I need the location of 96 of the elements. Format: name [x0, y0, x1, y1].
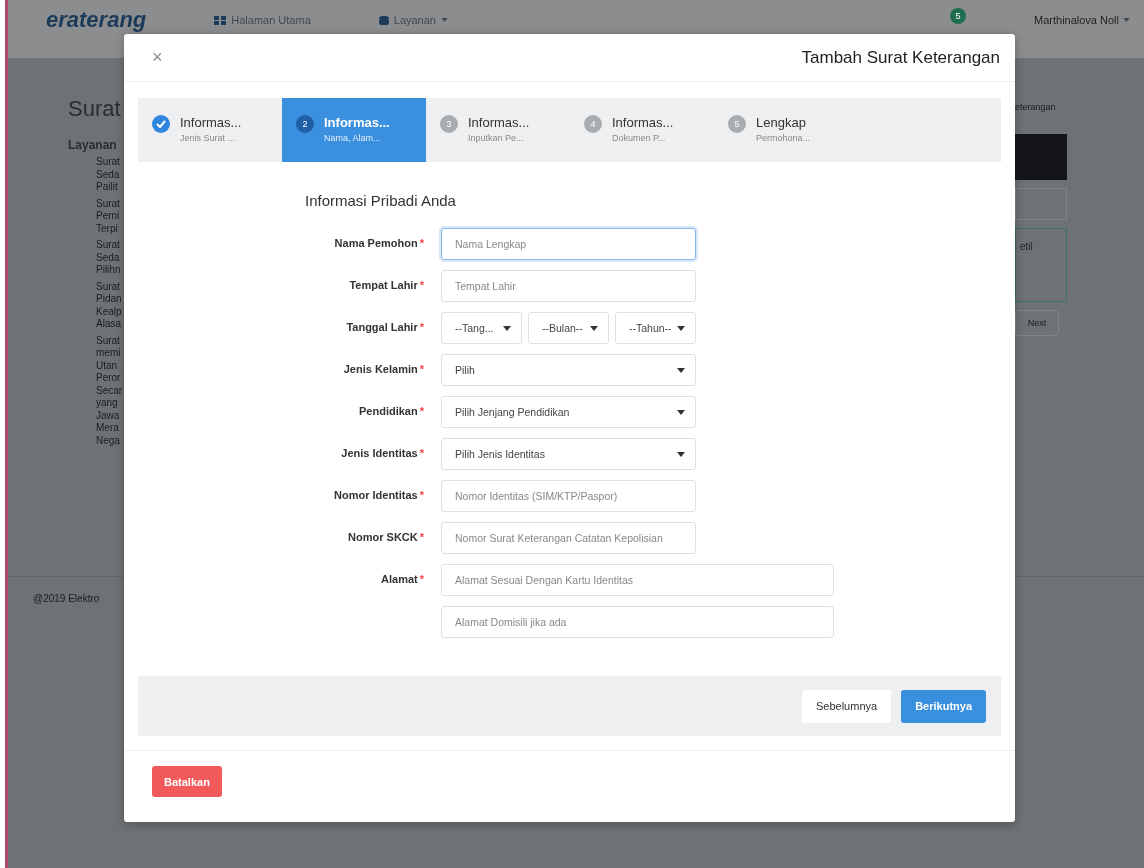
required-mark: *: [419, 573, 424, 585]
step-number: 4: [584, 115, 602, 133]
modal-title: Tambah Surat Keterangan: [801, 47, 1000, 68]
sidebar-text: Surat: [95, 280, 121, 293]
sidebar-text: Surat: [95, 156, 121, 169]
sidebar-text: yang: [95, 397, 119, 410]
select-field[interactable]: Pilih Jenis Identitas: [441, 438, 696, 470]
step-title: Informas...: [324, 115, 390, 130]
logo[interactable]: eraterang: [46, 8, 147, 32]
step-number: 2: [296, 115, 314, 133]
sidebar-text: Seda: [95, 251, 121, 264]
caret-icon: [1123, 18, 1130, 22]
caret-icon: [590, 325, 598, 331]
step-number: 5: [728, 115, 746, 133]
label-text: Jenis Kelamin: [343, 363, 418, 375]
required-mark: *: [419, 531, 424, 543]
required-mark: *: [419, 489, 424, 501]
user-menu[interactable]: Marthinalova Noll: [1034, 14, 1130, 26]
text-input[interactable]: Alamat Domisili jika ada: [441, 606, 834, 638]
sidebar-text: Secar: [95, 384, 124, 397]
text-input[interactable]: Nomor Surat Keterangan Catatan Kepolisian: [441, 522, 696, 554]
select-field[interactable]: Pilih: [441, 354, 696, 386]
label-text: Pendidikan: [359, 405, 418, 417]
sidebar-text: Surat: [95, 239, 121, 252]
label-text: Tempat Lahir: [349, 279, 418, 291]
sidebar-text: Alasa: [95, 318, 122, 331]
footer-text: @2019 Elektro: [33, 593, 100, 604]
step-tab[interactable]: Informas... Jenis Surat ...: [138, 98, 282, 162]
step-tab[interactable]: 5 Lengkap Permohona...: [714, 98, 858, 162]
select-field[interactable]: --Tahun--: [615, 312, 696, 344]
step-subtitle: Permohona...: [756, 133, 811, 143]
caret-icon: [441, 18, 448, 22]
sidebar-text: Pilihn: [95, 264, 122, 277]
sidebar-text: Utan: [95, 359, 119, 372]
database-icon: [378, 15, 389, 25]
required-mark: *: [419, 279, 424, 291]
sidebar-text: Pidan: [95, 293, 123, 306]
sidebar-text: Jawa: [95, 409, 121, 422]
sidebar-text: Terpi: [95, 222, 119, 235]
text-input[interactable]: Nomor Identitas (SIM/KTP/Paspor): [441, 480, 696, 512]
label-text: Tanggal Lahir: [346, 321, 418, 333]
step-title: Informas...: [612, 115, 674, 130]
label-text: Nomor SKCK: [348, 531, 418, 543]
check-icon: [152, 115, 170, 133]
step-subtitle: Jenis Surat ...: [180, 133, 237, 143]
step-tab[interactable]: 4 Informas... Dokumen P...: [570, 98, 714, 162]
step-title: Informas...: [180, 115, 242, 130]
text-input[interactable]: Tempat Lahir: [441, 270, 696, 302]
sidebar-text: memi: [95, 347, 122, 360]
step-number: 3: [440, 115, 458, 133]
caret-icon: [677, 325, 685, 331]
required-mark: *: [419, 405, 424, 417]
sidebar-text: Nega: [95, 434, 121, 447]
select-field[interactable]: Pilih Jenjang Pendidikan: [441, 396, 696, 428]
breadcrumb: eterangan: [1015, 102, 1057, 112]
label-text: Alamat: [381, 573, 418, 585]
sidebar-text: Mera: [95, 422, 120, 435]
step-tab[interactable]: 3 Informas... Inputkan Pe...: [426, 98, 570, 162]
select-field[interactable]: --Tang...: [441, 312, 522, 344]
select-field[interactable]: --Bulan--: [528, 312, 609, 344]
step-subtitle: Nama, Alam...: [324, 133, 382, 143]
close-button[interactable]: ×: [152, 47, 163, 68]
caret-icon: [677, 451, 685, 457]
page-title: Surat: [68, 96, 122, 122]
sidebar-text: Seda: [95, 168, 121, 181]
sidebar-heading: Layanan: [68, 138, 118, 152]
caret-icon: [503, 325, 511, 331]
sidebar-text: Peror: [95, 372, 122, 385]
required-mark: *: [419, 321, 424, 333]
sidebar-text: Surat: [95, 197, 121, 210]
required-mark: *: [419, 447, 424, 459]
required-mark: *: [419, 237, 424, 249]
section-title: Informasi Pribadi Anda: [305, 192, 457, 209]
step-subtitle: Inputkan Pe...: [468, 133, 525, 143]
caret-icon: [677, 409, 685, 415]
step-title: Informas...: [468, 115, 530, 130]
required-mark: *: [419, 363, 424, 375]
panel-field: [1015, 188, 1067, 220]
sidebar-text: Surat: [95, 334, 121, 347]
sidebar-text: Perni: [95, 210, 121, 223]
panel-card: etil: [1015, 228, 1067, 302]
sidebar-text: Pailit: [95, 181, 119, 194]
label-text: Jenis Identitas: [341, 447, 418, 459]
text-input[interactable]: Alamat Sesuai Dengan Kartu Identitas: [441, 564, 834, 596]
caret-icon: [677, 367, 685, 373]
step-tab[interactable]: 2 Informas... Nama, Alam...: [282, 98, 426, 162]
previous-button[interactable]: Sebelumnya: [802, 689, 892, 723]
grid-icon: [214, 15, 227, 25]
label-text: Nomor Identitas: [334, 489, 418, 501]
label-text: Nama Pemohon: [334, 237, 418, 249]
panel-header: [1015, 134, 1067, 180]
sidebar-text: Kealp: [95, 305, 123, 318]
step-subtitle: Dokumen P...: [612, 133, 667, 143]
notification-badge[interactable]: 5: [950, 8, 966, 24]
text-input[interactable]: Nama Lengkap: [441, 228, 696, 260]
step-title: Lengkap: [756, 115, 807, 130]
